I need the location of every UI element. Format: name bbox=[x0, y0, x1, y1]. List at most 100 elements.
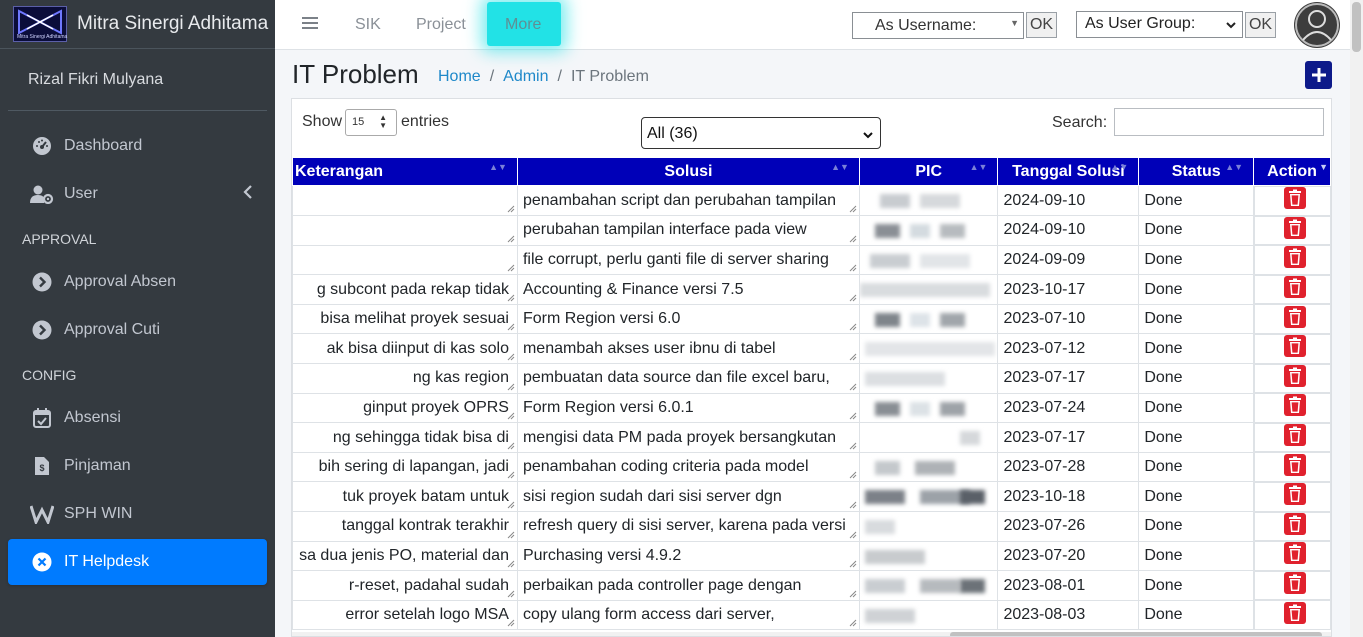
cell-keterangan[interactable]: bih sering di lapangan, jadi bbox=[292, 451, 518, 483]
delete-trash-icon[interactable] bbox=[1283, 305, 1307, 333]
status-filter-select[interactable]: All (36) bbox=[641, 117, 881, 149]
vertical-scrollbar[interactable] bbox=[1350, 0, 1363, 637]
table-row[interactable]: tanggal kontrak terakhir refresh query di… bbox=[292, 511, 1331, 542]
table-row[interactable]: file corrupt, perlu ganti file di server… bbox=[292, 244, 1331, 276]
table-row[interactable]: ginput proyek OPRS Form Region versi 6.0.… bbox=[292, 392, 1331, 424]
nav-link-sik[interactable]: SIK bbox=[355, 16, 381, 34]
cell-solusi[interactable]: copy ulang form access dari server, bbox=[516, 599, 860, 631]
cell-keterangan[interactable]: r-reset, padahal sudah bbox=[292, 570, 518, 601]
sidebar-item-approval-cuti[interactable]: Approval Cuti bbox=[8, 307, 267, 353]
table-row[interactable]: sa dua jenis PO, material dan Purchasing … bbox=[292, 540, 1331, 572]
column-header-solusi[interactable]: Solusi ▲▼ bbox=[516, 157, 860, 186]
column-header-action[interactable]: Action ▼ bbox=[1253, 157, 1331, 186]
add-problem-button[interactable] bbox=[1305, 61, 1332, 89]
table-row[interactable]: ng sehingga tidak bisa di mengisi data PM… bbox=[292, 422, 1331, 453]
table-row[interactable]: perubahan tampilan interface pada view 20… bbox=[292, 215, 1331, 246]
sidebar-item-user[interactable]: User bbox=[8, 171, 267, 217]
as-username-select[interactable]: As Username: ▼ bbox=[852, 12, 1024, 39]
delete-trash-icon[interactable] bbox=[1283, 364, 1307, 392]
sidebar-item-it-helpdesk[interactable]: IT Helpdesk bbox=[8, 539, 267, 585]
cell-solusi[interactable]: file corrupt, perlu ganti file di server… bbox=[516, 244, 860, 276]
cell-solusi[interactable]: menambah akses user ibnu di tabel bbox=[516, 333, 860, 365]
cell-solusi[interactable]: sisi region sudah dari sisi server dgn bbox=[516, 481, 860, 513]
cell-keterangan[interactable]: sa dua jenis PO, material dan bbox=[292, 540, 518, 572]
cell-action bbox=[1254, 333, 1331, 364]
cell-solusi[interactable]: refresh query di sisi server, karena pad… bbox=[516, 511, 860, 542]
cell-keterangan[interactable]: ng kas region bbox=[292, 363, 518, 394]
table-row[interactable]: tuk proyek batam untuk sisi region sudah … bbox=[292, 481, 1331, 513]
table-row[interactable]: bih sering di lapangan, jadi penambahan c… bbox=[292, 451, 1331, 483]
user-name: Rizal Fikri Mulyana bbox=[28, 70, 164, 88]
table-row[interactable]: error setelah logo MSA copy ulang form ac… bbox=[292, 599, 1331, 631]
user-avatar[interactable] bbox=[1294, 2, 1340, 48]
cell-keterangan[interactable] bbox=[292, 184, 518, 217]
cell-keterangan[interactable]: g subcont pada rekap tidak bbox=[292, 274, 518, 305]
delete-trash-icon[interactable] bbox=[1283, 187, 1307, 214]
cell-keterangan[interactable] bbox=[292, 215, 518, 246]
breadcrumb-home[interactable]: Home bbox=[438, 68, 481, 85]
brand[interactable]: Mitra Sinergi Adhitama Mitra Sinergi Adh… bbox=[0, 0, 275, 49]
delete-trash-icon[interactable] bbox=[1283, 276, 1307, 303]
sidebar-item-pinjaman[interactable]: $ Pinjaman bbox=[8, 443, 267, 489]
cell-solusi[interactable]: Accounting & Finance versi 7.5 bbox=[516, 274, 860, 305]
sidebar-item-sph-win[interactable]: SPH WIN bbox=[8, 491, 267, 537]
cell-solusi[interactable]: perbaikan pada controller page dengan bbox=[516, 570, 860, 601]
cell-solusi[interactable]: mengisi data PM pada proyek bersangkutan bbox=[516, 422, 860, 453]
horizontal-scrollbar-thumb[interactable] bbox=[950, 632, 1322, 636]
breadcrumb-admin[interactable]: Admin bbox=[503, 68, 548, 85]
delete-trash-icon[interactable] bbox=[1283, 542, 1307, 569]
sidebar-item-approval-absen[interactable]: Approval Absen bbox=[8, 259, 267, 305]
table-row[interactable]: ak bisa diinput di kas solo menambah akse… bbox=[292, 333, 1331, 365]
cell-solusi[interactable]: penambahan coding criteria pada model bbox=[516, 451, 860, 483]
table-row[interactable]: bisa melihat proyek sesuai Form Region ve… bbox=[292, 303, 1331, 335]
cell-keterangan[interactable]: bisa melihat proyek sesuai bbox=[292, 303, 518, 335]
hamburger-menu-icon[interactable] bbox=[302, 15, 318, 36]
sidebar-item-absensi[interactable]: Absensi bbox=[8, 395, 267, 441]
cell-solusi[interactable]: Form Region versi 6.0.1 bbox=[516, 392, 860, 424]
caret-down-icon: ▼ bbox=[1010, 18, 1019, 28]
delete-trash-icon[interactable] bbox=[1283, 394, 1307, 421]
as-user-group-ok-button[interactable]: OK bbox=[1245, 12, 1276, 38]
column-header-pic[interactable]: PIC ▲▼ bbox=[858, 157, 999, 186]
nav-link-project[interactable]: Project bbox=[416, 16, 466, 34]
horizontal-scrollbar[interactable] bbox=[292, 632, 1331, 636]
table-row[interactable]: r-reset, padahal sudah perbaikan pada con… bbox=[292, 570, 1331, 601]
delete-trash-icon[interactable] bbox=[1283, 512, 1307, 540]
cell-keterangan[interactable]: error setelah logo MSA bbox=[292, 599, 518, 631]
user-panel[interactable]: Rizal Fikri Mulyana bbox=[8, 49, 267, 111]
cell-keterangan[interactable]: tanggal kontrak terakhir bbox=[292, 511, 518, 542]
cell-keterangan[interactable]: ginput proyek OPRS bbox=[292, 392, 518, 424]
delete-trash-icon[interactable] bbox=[1283, 216, 1307, 244]
column-header-status[interactable]: Status ▲▼ bbox=[1138, 157, 1255, 186]
cell-solusi[interactable]: Purchasing versi 4.9.2 bbox=[516, 540, 860, 572]
cell-keterangan[interactable]: tuk proyek batam untuk bbox=[292, 481, 518, 513]
page-length-select[interactable]: 15 ▲ ▼ bbox=[345, 109, 397, 136]
cell-solusi[interactable]: Form Region versi 6.0 bbox=[516, 303, 860, 335]
cell-keterangan[interactable] bbox=[292, 244, 518, 276]
search-input[interactable] bbox=[1114, 108, 1324, 136]
delete-trash-icon[interactable] bbox=[1283, 572, 1307, 599]
cell-tanggal-solusi: 2023-07-10 bbox=[997, 303, 1140, 335]
cell-keterangan[interactable]: ak bisa diinput di kas solo bbox=[292, 333, 518, 365]
cell-solusi[interactable]: pembuatan data source dan file excel bar… bbox=[516, 363, 860, 394]
as-user-group-select[interactable]: As User Group: bbox=[1076, 11, 1243, 38]
table-row[interactable]: penambahan script dan perubahan tampilan… bbox=[292, 184, 1331, 217]
cell-solusi[interactable]: penambahan script dan perubahan tampilan bbox=[516, 184, 860, 217]
cell-tanggal-solusi: 2023-07-28 bbox=[997, 451, 1140, 483]
column-header-keterangan[interactable]: Keterangan ▲▼ bbox=[292, 157, 518, 186]
delete-trash-icon[interactable] bbox=[1283, 453, 1307, 481]
table-row[interactable]: g subcont pada rekap tidak Accounting & F… bbox=[292, 274, 1331, 305]
cell-keterangan[interactable]: ng sehingga tidak bisa di bbox=[292, 422, 518, 453]
cell-solusi[interactable]: perubahan tampilan interface pada view bbox=[516, 215, 860, 246]
delete-trash-icon[interactable] bbox=[1283, 246, 1307, 273]
vertical-scrollbar-thumb[interactable] bbox=[1352, 2, 1361, 52]
delete-trash-icon[interactable] bbox=[1283, 335, 1307, 362]
as-username-ok-button[interactable]: OK bbox=[1026, 12, 1057, 38]
delete-trash-icon[interactable] bbox=[1283, 601, 1307, 629]
nav-link-more[interactable]: More bbox=[505, 16, 541, 34]
table-row[interactable]: ng kas region pembuatan data source dan f… bbox=[292, 363, 1331, 394]
column-header-tanggal-solusi[interactable]: Tanggal Solusi ▲▼ bbox=[997, 157, 1140, 186]
delete-trash-icon[interactable] bbox=[1283, 424, 1307, 451]
delete-trash-icon[interactable] bbox=[1283, 483, 1307, 510]
sidebar-item-dashboard[interactable]: Dashboard bbox=[8, 123, 267, 169]
